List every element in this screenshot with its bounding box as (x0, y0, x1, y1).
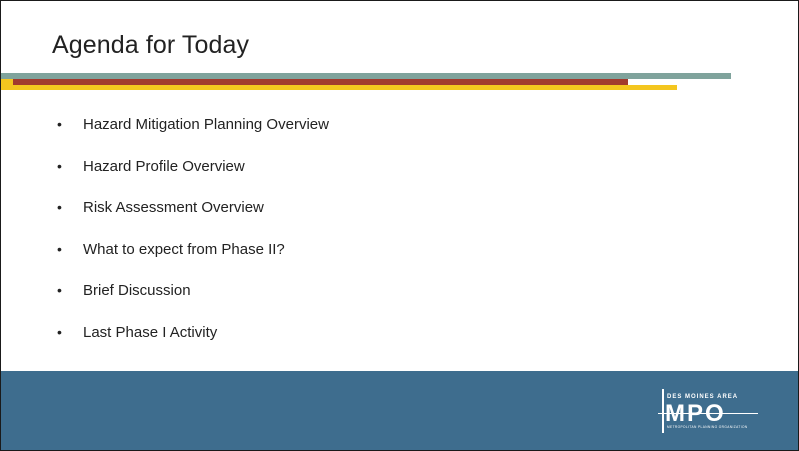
bullet-icon: • (57, 199, 62, 215)
bullet-icon: • (57, 157, 62, 174)
accent-stripe-left (1, 79, 13, 90)
logo-tagline: METROPOLITAN PLANNING ORGANIZATION (667, 425, 748, 429)
bullet-icon: • (57, 323, 62, 340)
bullet-icon: • (57, 116, 62, 132)
slide: Agenda for Today • Hazard Mitigation Pla… (0, 0, 799, 451)
agenda-item-text: Hazard Profile Overview (83, 157, 245, 175)
logo-main-text: MPO (665, 400, 726, 427)
mpo-logo: DES MOINES AREA MPO METROPOLITAN PLANNIN… (658, 389, 758, 433)
slide-title: Agenda for Today (52, 31, 250, 59)
bullet-icon: • (57, 282, 62, 298)
agenda-item-text: Risk Assessment Overview (83, 199, 264, 216)
bullet-icon: • (57, 240, 62, 257)
logo-vertical-rule (662, 389, 664, 433)
agenda-item-text: What to expect from Phase II? (83, 240, 285, 258)
accent-stripe-gold (1, 85, 677, 90)
agenda-item-text: Last Phase I Activity (83, 323, 218, 341)
agenda-item-text: Brief Discussion (83, 282, 191, 299)
agenda-item-text: Hazard Mitigation Planning Overview (83, 116, 329, 133)
